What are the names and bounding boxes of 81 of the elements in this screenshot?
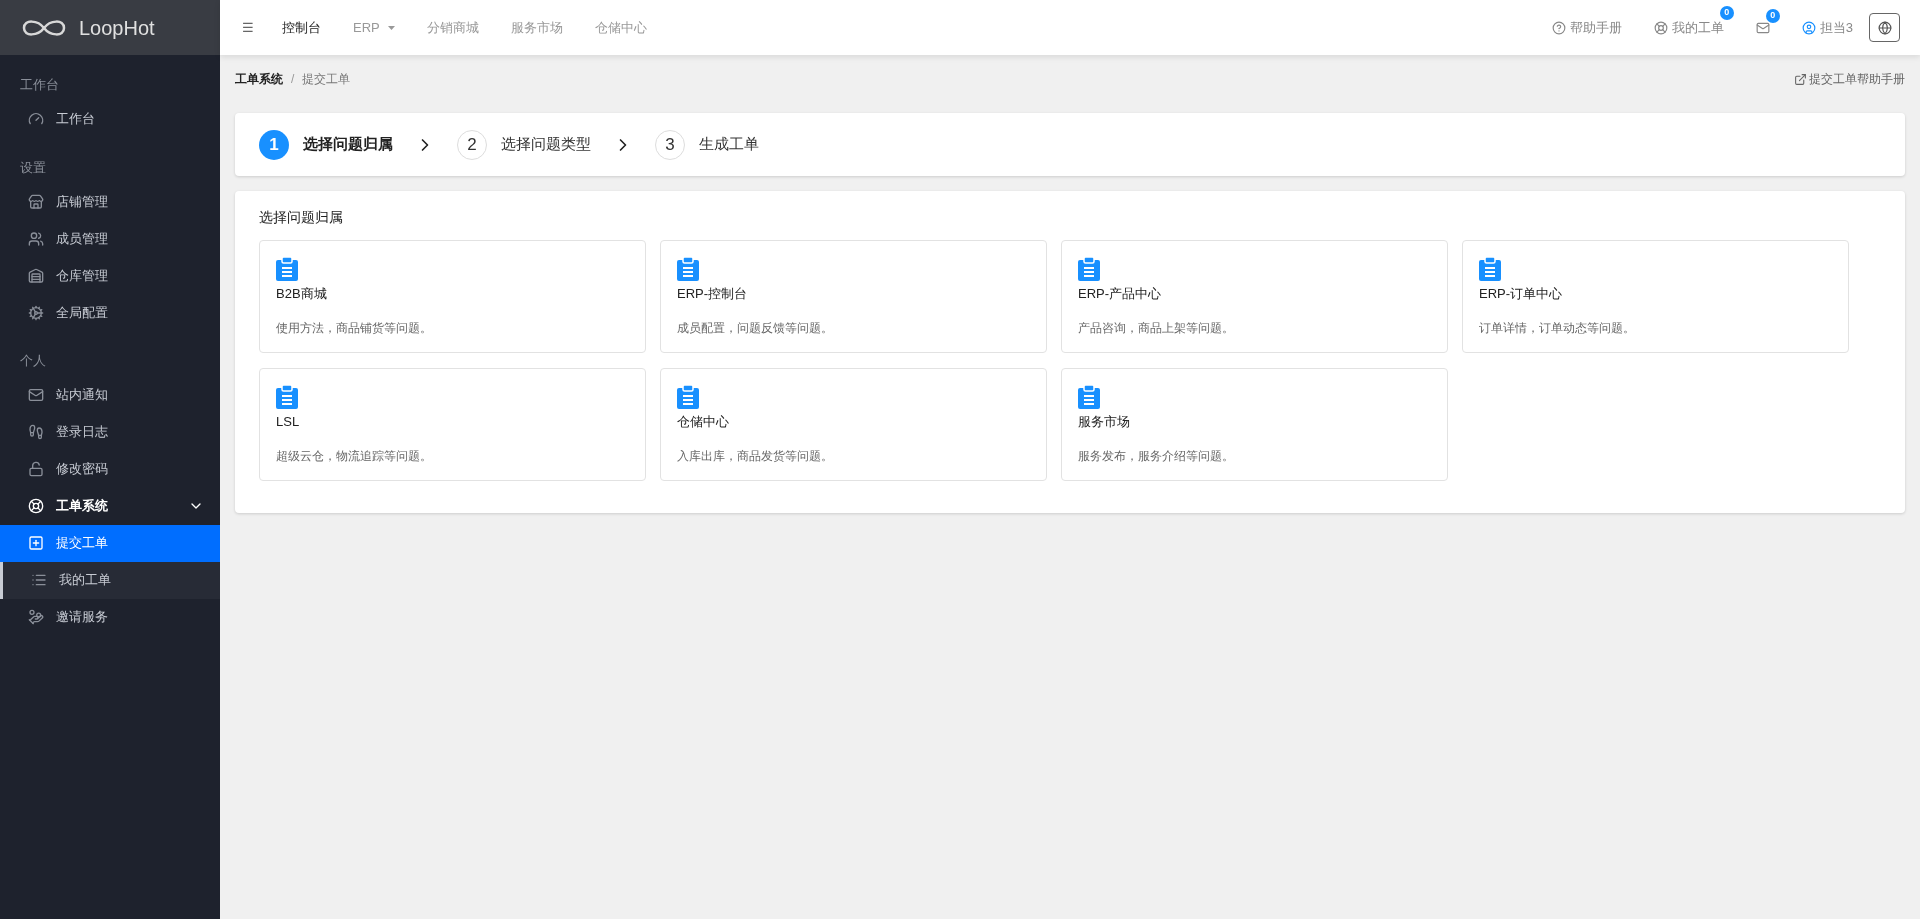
share-icon bbox=[1794, 72, 1807, 86]
category-card[interactable]: B2B商城 使用方法，商品铺货等问题。 bbox=[259, 240, 646, 353]
category-card[interactable]: 仓储中心 入库出库，商品发货等问题。 bbox=[660, 368, 1047, 481]
sidebar-item[interactable]: 成员管理 bbox=[0, 220, 220, 257]
sidebar-item[interactable]: 全局配置 bbox=[0, 294, 220, 331]
store-icon bbox=[28, 193, 44, 210]
category-card[interactable]: ERP-控制台 成员配置，问题反馈等问题。 bbox=[660, 240, 1047, 353]
sidebar-item[interactable]: 修改密码 bbox=[0, 450, 220, 488]
card-description: 订单详情，订单动态等问题。 bbox=[1479, 319, 1636, 337]
footprints-icon bbox=[28, 424, 44, 440]
card-title: B2B商城 bbox=[276, 285, 328, 303]
card-description: 产品咨询，商品上架等问题。 bbox=[1078, 319, 1235, 337]
warehouse-icon bbox=[28, 267, 44, 284]
step-label: 生成工单 bbox=[699, 134, 759, 155]
step-label: 选择问题类型 bbox=[501, 134, 591, 155]
category-card[interactable]: ERP-产品中心 产品咨询，商品上架等问题。 bbox=[1061, 240, 1448, 353]
sidebar-item[interactable]: 登录日志 bbox=[0, 413, 220, 451]
brand-name: LoopHot bbox=[79, 15, 155, 41]
clipboard-icon bbox=[276, 385, 298, 409]
clipboard-icon bbox=[1479, 257, 1501, 281]
clipboard-icon bbox=[276, 257, 298, 281]
card-title: 服务市场 bbox=[1078, 413, 1131, 431]
nav-tab[interactable]: 控制台 bbox=[282, 17, 321, 38]
menu-toggle[interactable]: ☰ bbox=[242, 17, 254, 38]
sidebar-group-label: 设置 bbox=[19, 158, 47, 177]
count-badge: 0 bbox=[1765, 8, 1780, 23]
list-icon bbox=[31, 572, 47, 588]
sidebar-group-label: 个人 bbox=[19, 352, 47, 370]
count-badge: 0 bbox=[1719, 5, 1734, 20]
sidebar-item[interactable]: 仓库管理 bbox=[0, 257, 220, 294]
plus-icon bbox=[28, 535, 44, 551]
clipboard-icon bbox=[1078, 257, 1100, 281]
header-link[interactable]: 担当3 bbox=[1801, 17, 1853, 38]
clipboard-icon bbox=[1078, 385, 1100, 409]
sidebar-item[interactable]: 工单系统 bbox=[0, 487, 220, 525]
card-description: 服务发布，服务介绍等问题。 bbox=[1078, 447, 1235, 465]
sidebar-item[interactable]: 店铺管理 bbox=[0, 183, 220, 220]
header-link[interactable]: 帮助手册 bbox=[1551, 17, 1622, 38]
card-title: 仓储中心 bbox=[677, 413, 730, 431]
sidebar-item[interactable]: 提交工单 bbox=[0, 524, 220, 562]
user-icon bbox=[1801, 20, 1816, 35]
help-link[interactable]: 提交工单帮助手册 bbox=[1794, 70, 1905, 88]
lifebuoy-icon bbox=[1653, 20, 1668, 35]
card-title: ERP-控制台 bbox=[677, 285, 749, 303]
clipboard-icon bbox=[677, 257, 699, 281]
category-card[interactable]: ERP-订单中心 订单详情，订单动态等问题。 bbox=[1462, 240, 1849, 353]
gear-icon bbox=[28, 304, 44, 321]
card-description: 入库出库，商品发货等问题。 bbox=[677, 447, 834, 465]
mail-icon bbox=[1755, 20, 1770, 35]
category-card[interactable]: LSL 超级云仓，物流追踪等问题。 bbox=[259, 368, 646, 481]
sidebar-item[interactable]: 工作台 bbox=[0, 100, 220, 138]
unlock-icon bbox=[28, 461, 44, 477]
card-title: ERP-产品中心 bbox=[1078, 285, 1163, 303]
clipboard-icon bbox=[677, 385, 699, 409]
gauge-icon bbox=[28, 111, 44, 127]
breadcrumb-item: 提交工单 bbox=[302, 71, 351, 88]
mail-button[interactable] bbox=[1755, 20, 1770, 35]
language-button[interactable] bbox=[1869, 13, 1900, 42]
breadcrumb-item[interactable]: 工单系统 bbox=[235, 70, 283, 88]
header-link[interactable]: 我的工单 bbox=[1653, 17, 1724, 38]
hand-coin-icon bbox=[28, 609, 44, 625]
card-description: 超级云仓，物流追踪等问题。 bbox=[276, 447, 433, 465]
sidebar-item[interactable]: 我的工单 bbox=[0, 561, 220, 599]
card-title: ERP-订单中心 bbox=[1479, 285, 1564, 303]
help-icon bbox=[1551, 20, 1566, 35]
step-number: 1 bbox=[259, 129, 289, 160]
lifebuoy-icon bbox=[28, 498, 44, 514]
sidebar-item[interactable]: 站内通知 bbox=[0, 376, 220, 414]
globe-icon bbox=[1877, 20, 1892, 35]
card-description: 成员配置，问题反馈等问题。 bbox=[677, 319, 834, 337]
card-title: LSL bbox=[276, 413, 301, 431]
category-card[interactable]: 服务市场 服务发布，服务介绍等问题。 bbox=[1061, 368, 1448, 481]
sidebar-item[interactable]: 邀请服务 bbox=[0, 598, 220, 636]
panel-title: 选择问题归属 bbox=[259, 208, 344, 227]
card-description: 使用方法，商品铺货等问题。 bbox=[276, 319, 433, 337]
mail-icon bbox=[28, 387, 44, 403]
caret-icon bbox=[387, 25, 395, 30]
sidebar-group-label: 工作台 bbox=[19, 76, 60, 94]
step-label: 选择问题归属 bbox=[303, 134, 393, 155]
breadcrumb-separator: / bbox=[291, 71, 295, 88]
users-icon bbox=[28, 230, 44, 247]
